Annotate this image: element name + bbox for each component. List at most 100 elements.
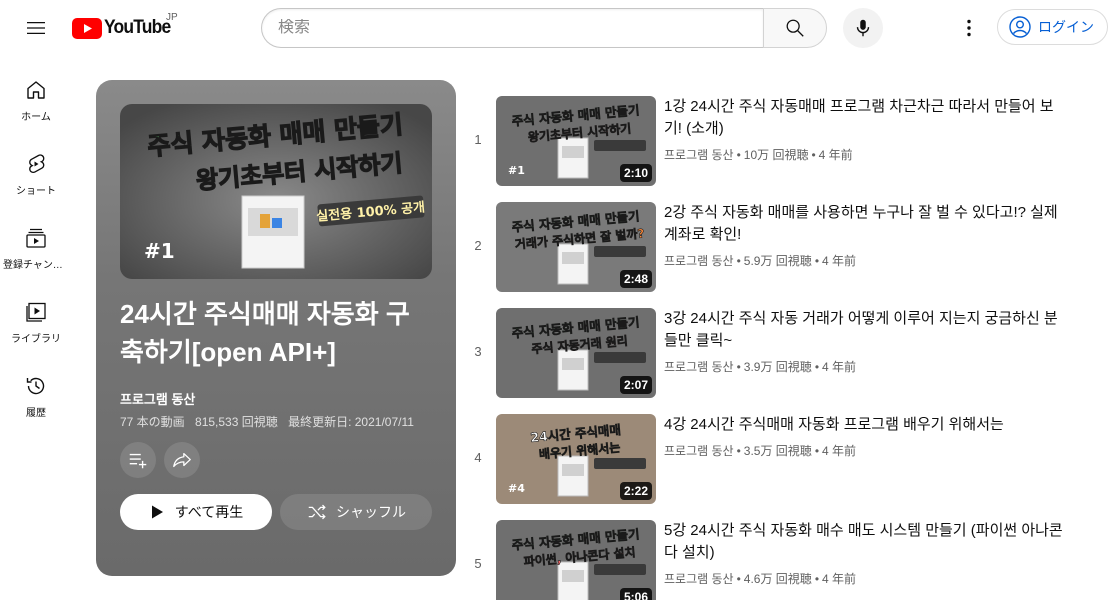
video-duration: 2:07 — [619, 376, 652, 394]
shuffle-label: シャッフル — [336, 504, 406, 520]
search-button[interactable] — [763, 8, 827, 48]
video-thumbnail[interactable]: 주식 자동화 매매 만들기 주식 자동거래 원리 2:07 — [496, 308, 656, 398]
playlist-updated: 最終更新日: 2021/07/11 — [288, 415, 414, 429]
video-views: 3.5万 回視聴 — [743, 444, 812, 458]
shuffle-icon — [306, 501, 328, 523]
login-label: ログイン — [1038, 19, 1094, 35]
thumb-episode-tag: #1 — [144, 239, 175, 263]
playlist-views: 815,533 回視聴 — [195, 415, 278, 429]
history-icon — [24, 374, 48, 398]
video-title[interactable]: 3강 24시간 주식 자동 거래가 어떻게 이루어 지는지 궁금하신 분들만 클… — [664, 308, 1068, 352]
guide-item-shorts[interactable]: ショート — [0, 130, 72, 204]
video-title[interactable]: 4강 24시간 주식매매 자동화 프로그램 배우기 위해서는 — [664, 414, 1068, 436]
account-circle-icon — [1008, 15, 1032, 39]
video-index: 2 — [474, 238, 482, 253]
playlist-add-icon — [127, 449, 149, 471]
settings-more-button[interactable] — [949, 8, 989, 48]
menu-button[interactable] — [16, 8, 56, 48]
video-age: 4 年前 — [822, 254, 857, 268]
playlist-video-item[interactable]: 1 주식 자동화 매매 만들기 왕기초부터 시작하기 #1 2:10 1강 24… — [464, 96, 1084, 202]
guide-item-history[interactable]: 履歴 — [0, 352, 72, 426]
video-thumbnail[interactable]: 24시간 주식매매 배우기 위해서는 #4 2:22 — [496, 414, 656, 504]
mini-guide: ホーム ショート 登録チャンネル ライブラリ 履歴 — [0, 56, 72, 426]
video-index: 1 — [474, 132, 482, 147]
video-channel[interactable]: 프로그램 동산 — [664, 148, 734, 162]
play-all-label: すべて再生 — [174, 504, 244, 520]
video-index: 4 — [474, 450, 482, 465]
country-code: JP — [166, 12, 178, 23]
playlist-stats: 77 本の動画 815,533 回視聴 最終更新日: 2021/07/11 — [120, 413, 421, 430]
masthead: YouTube JP ログイン — [0, 0, 1109, 56]
shuffle-button[interactable]: シャッフル — [280, 494, 432, 530]
video-channel[interactable]: 프로그램 동산 — [664, 444, 734, 458]
home-icon — [24, 78, 48, 102]
guide-item-label: ショート — [16, 186, 56, 197]
playlist-video-item[interactable]: 2 주식 자동화 매매 만들기 거래가 주식하면 잘 벌까? 2:48 2강 주… — [464, 202, 1084, 308]
playlist-thumbnail[interactable]: 주식 자동화 매매 만들기 왕기초부터 시작하기 실전용 100% 공개 #1 — [120, 104, 432, 279]
video-thumbnail[interactable]: 주식 자동화 매매 만들기 왕기초부터 시작하기 #1 2:10 — [496, 96, 656, 186]
video-byline: 프로그램 동산 • 10万 回視聴 • 4 年前 — [664, 148, 853, 162]
video-duration: 5:06 — [619, 588, 652, 600]
playlist-video-item[interactable]: 5 주식 자동화 매매 만들기 파이썬, 아나콘다 설치 5:06 5강 24시… — [464, 520, 1084, 600]
guide-item-library[interactable]: ライブラリ — [0, 278, 72, 352]
play-all-button[interactable]: すべて再生 — [120, 494, 272, 530]
video-meta: 3강 24시간 주식 자동 거래가 어떻게 이루어 지는지 궁금하신 분들만 클… — [664, 308, 1068, 375]
voice-search-button[interactable] — [843, 8, 883, 48]
playlist-video-list: 1 주식 자동화 매매 만들기 왕기초부터 시작하기 #1 2:10 1강 24… — [464, 96, 1084, 600]
video-byline: 프로그램 동산 • 5.9万 回視聴 • 4 年前 — [664, 254, 857, 268]
video-views: 5.9万 回視聴 — [743, 254, 812, 268]
guide-item-label: 登録チャンネル — [3, 260, 69, 271]
playlist-owner[interactable]: 프로그램 동산 — [120, 389, 195, 408]
video-meta: 4강 24시간 주식매매 자동화 프로그램 배우기 위해서는 프로그램 동산 • 3… — [664, 414, 1068, 459]
playlist-video-item[interactable]: 4 24시간 주식매매 배우기 위해서는 #4 2:22 4강 24시간 주식매… — [464, 414, 1084, 520]
search-box — [261, 8, 763, 48]
playlist-video-item[interactable]: 3 주식 자동화 매매 만들기 주식 자동거래 원리 2:07 3강 24시간 … — [464, 308, 1084, 414]
video-duration: 2:22 — [619, 482, 652, 500]
video-index: 3 — [474, 344, 482, 359]
search-bar — [261, 8, 827, 48]
play-icon — [149, 504, 165, 520]
video-byline: 프로그램 동산 • 4.6万 回視聴 • 4 年前 — [664, 572, 857, 586]
video-index: 5 — [474, 556, 482, 571]
video-age: 4 年前 — [822, 444, 857, 458]
guide-item-subscriptions[interactable]: 登録チャンネル — [0, 204, 72, 278]
video-duration: 2:48 — [619, 270, 652, 288]
video-channel[interactable]: 프로그램 동산 — [664, 254, 734, 268]
vertical-ellipsis-icon — [957, 16, 981, 40]
search-icon — [784, 17, 806, 39]
logo-wordmark: YouTube — [104, 17, 171, 38]
video-thumbnail[interactable]: 주식 자동화 매매 만들기 거래가 주식하면 잘 벌까? 2:48 — [496, 202, 656, 292]
video-title[interactable]: 5강 24시간 주식 자동화 매수 매도 시스템 만들기 (파이썬 아나콘다 설… — [664, 520, 1068, 564]
playlist-title: 24시간 주식매매 자동화 구축하기[open API+] — [120, 299, 410, 367]
share-icon — [171, 449, 193, 471]
video-duration: 2:10 — [619, 164, 652, 182]
microphone-icon — [852, 17, 874, 39]
subscriptions-icon — [24, 226, 48, 250]
youtube-logo[interactable]: YouTube — [72, 16, 176, 40]
hamburger-menu-icon — [24, 16, 48, 40]
search-input[interactable] — [278, 19, 763, 37]
video-age: 4 年前 — [818, 148, 853, 162]
video-views: 4.6万 回視聴 — [743, 572, 812, 586]
guide-item-label: ライブラリ — [11, 334, 61, 345]
video-meta: 1강 24시간 주식 자동매매 프로그램 차근차근 따라서 만들어 보기! (소… — [664, 96, 1068, 163]
video-meta: 5강 24시간 주식 자동화 매수 매도 시스템 만들기 (파이썬 아나콘다 설… — [664, 520, 1068, 587]
video-views: 10万 回視聴 — [743, 148, 809, 162]
video-title[interactable]: 1강 24시간 주식 자동매매 프로그램 차근차근 따라서 만들어 보기! (소… — [664, 96, 1068, 140]
guide-item-label: 履歴 — [26, 408, 46, 419]
save-playlist-button[interactable] — [120, 442, 156, 478]
video-channel[interactable]: 프로그램 동산 — [664, 572, 734, 586]
video-thumbnail[interactable]: 주식 자동화 매매 만들기 파이썬, 아나콘다 설치 5:06 — [496, 520, 656, 600]
video-byline: 프로그램 동산 • 3.9万 回視聴 • 4 年前 — [664, 360, 857, 374]
video-byline: 프로그램 동산 • 3.5万 回視聴 • 4 年前 — [664, 444, 857, 458]
video-age: 4 年前 — [822, 572, 857, 586]
video-title[interactable]: 2강 주식 자동화 매매를 사용하면 누구나 잘 벌 수 있다고!? 실제 계좌… — [664, 202, 1068, 246]
video-views: 3.9万 回視聴 — [743, 360, 812, 374]
guide-item-label: ホーム — [21, 112, 51, 123]
video-channel[interactable]: 프로그램 동산 — [664, 360, 734, 374]
guide-item-home[interactable]: ホーム — [0, 56, 72, 130]
login-button[interactable]: ログイン — [997, 9, 1108, 45]
playlist-video-count: 77 本の動画 — [120, 415, 185, 429]
share-button[interactable] — [164, 442, 200, 478]
video-age: 4 年前 — [822, 360, 857, 374]
